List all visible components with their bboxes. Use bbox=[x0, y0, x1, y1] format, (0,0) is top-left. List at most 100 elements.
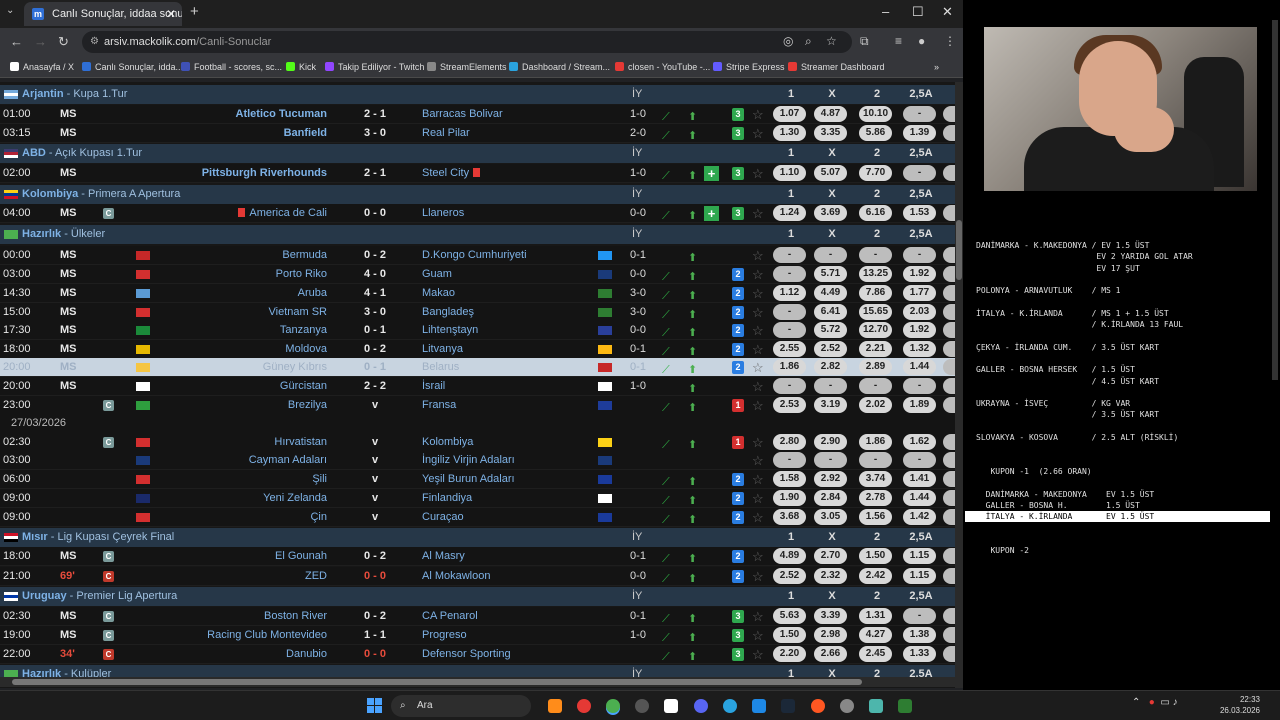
odds-button[interactable]: - bbox=[814, 452, 847, 468]
league-name[interactable]: ABD - Açık Kupası 1.Tur bbox=[22, 144, 142, 163]
hscroll-thumb[interactable] bbox=[12, 679, 862, 685]
favorite-star-icon[interactable]: ☆ bbox=[752, 645, 764, 664]
favorite-star-icon[interactable]: ☆ bbox=[752, 265, 764, 284]
odds-button[interactable]: 2.70 bbox=[814, 548, 847, 564]
bookmark-item[interactable]: Stripe Express bbox=[713, 56, 785, 78]
odds-button[interactable]: - bbox=[773, 247, 806, 263]
notes-scroll-thumb[interactable] bbox=[1272, 20, 1278, 380]
match-score[interactable]: 0 - 1 bbox=[345, 358, 405, 377]
home-team[interactable]: Güney Kıbrıs bbox=[160, 358, 327, 377]
table-row[interactable]: 14:30 MS Aruba 4 - 1 Makao 3-0 ⟋ ⬆ 2 ☆ 1.12 4.49 7.8… bbox=[0, 284, 955, 303]
away-team[interactable]: Kolombiya bbox=[422, 433, 597, 452]
new-tab-icon[interactable]: + bbox=[190, 3, 199, 20]
taskbar-search[interactable]: ⌕ Ara bbox=[391, 695, 531, 717]
match-score[interactable]: 2 - 1 bbox=[345, 164, 405, 183]
table-row[interactable]: 23:00 C Brezilya v Fransa ⟋ ⬆ 1 ☆ 2.53 3.19 2.02 1.8… bbox=[0, 396, 955, 415]
odds-button[interactable]: 6.16 bbox=[859, 205, 892, 221]
away-team[interactable]: Barracas Bolivar bbox=[422, 105, 597, 124]
bookmark-item[interactable]: Kick bbox=[286, 56, 316, 78]
home-team[interactable]: Bermuda bbox=[160, 246, 327, 265]
home-team[interactable]: Gürcistan bbox=[160, 377, 327, 396]
menu-icon[interactable]: ⋮ bbox=[944, 34, 956, 48]
home-team[interactable]: ZED bbox=[160, 567, 327, 586]
odds-button[interactable] bbox=[943, 378, 955, 394]
odds-button[interactable]: 1.92 bbox=[903, 322, 936, 338]
bookmark-item[interactable]: Canlı Sonuçlar, idda... bbox=[82, 56, 183, 78]
odds-button[interactable]: 1.41 bbox=[903, 471, 936, 487]
odds-button[interactable]: 2.42 bbox=[859, 568, 892, 584]
odds-button[interactable]: 2.03 bbox=[903, 304, 936, 320]
match-score[interactable]: 4 - 0 bbox=[345, 265, 405, 284]
match-score[interactable]: v bbox=[345, 489, 405, 508]
lineup-icon[interactable]: ⬆ bbox=[688, 167, 697, 186]
extensions-icon[interactable]: ⧉ bbox=[860, 34, 869, 49]
odds-button[interactable]: 2.52 bbox=[773, 568, 806, 584]
odds-button[interactable]: - bbox=[773, 378, 806, 394]
app-icon[interactable] bbox=[869, 699, 883, 713]
away-team[interactable]: Al Masry bbox=[422, 547, 597, 566]
home-team[interactable]: Vietnam SR bbox=[160, 303, 328, 322]
odds-button[interactable]: 2.82 bbox=[814, 359, 847, 375]
odds-button[interactable]: 5.07 bbox=[814, 165, 847, 181]
home-team[interactable]: Brezilya bbox=[160, 396, 327, 415]
home-team[interactable]: Çin bbox=[160, 508, 327, 527]
odds-button[interactable] bbox=[943, 608, 955, 624]
site-info-icon[interactable]: ⚙ bbox=[90, 31, 99, 53]
odds-button[interactable]: 2.53 bbox=[773, 397, 806, 413]
bet-count-badge[interactable]: 1 bbox=[732, 436, 744, 449]
favorite-star-icon[interactable]: ☆ bbox=[752, 303, 764, 322]
bet-count-badge[interactable]: 2 bbox=[732, 361, 744, 374]
odds-button[interactable]: - bbox=[859, 247, 892, 263]
odds-button[interactable]: 2.02 bbox=[859, 397, 892, 413]
bet-count-badge[interactable]: 2 bbox=[732, 492, 744, 505]
odds-button[interactable]: 1.50 bbox=[773, 627, 806, 643]
vertical-scrollbar[interactable] bbox=[955, 82, 963, 688]
minimize-icon[interactable]: – bbox=[882, 4, 889, 19]
match-score[interactable]: 3 - 0 bbox=[345, 303, 405, 322]
m-app-icon[interactable] bbox=[664, 699, 678, 713]
table-row[interactable]: 02:30 MS C Boston River 0 - 2 CA Penarol 0-1 ⟋ ⬆… bbox=[0, 607, 955, 626]
home-team[interactable]: America de Cali bbox=[160, 204, 327, 223]
table-row[interactable]: 04:00 MS C America de Cali 0 - 0 Llaneros 0-0 ⟋… bbox=[0, 204, 955, 223]
odds-button[interactable]: 10.10 bbox=[859, 106, 892, 122]
odds-button[interactable]: - bbox=[814, 247, 847, 263]
odds-button[interactable]: 1.44 bbox=[903, 359, 936, 375]
odds-button[interactable]: 3.35 bbox=[814, 125, 847, 141]
odds-button[interactable]: 1.38 bbox=[903, 627, 936, 643]
odds-button[interactable] bbox=[943, 646, 955, 662]
odds-button[interactable] bbox=[943, 205, 955, 221]
home-team[interactable]: Porto Riko bbox=[160, 265, 327, 284]
favorite-star-icon[interactable]: ☆ bbox=[752, 451, 764, 470]
away-team[interactable]: Llaneros bbox=[422, 204, 597, 223]
favorite-star-icon[interactable]: ☆ bbox=[752, 508, 764, 527]
odds-button[interactable]: 1.10 bbox=[773, 165, 806, 181]
table-row[interactable]: 01:00 MS Atletico Tucuman 2 - 1 Barracas Bol… bbox=[0, 105, 955, 124]
bookmarks-overflow-icon[interactable]: » bbox=[934, 56, 939, 78]
home-team[interactable]: Pittsburgh Riverhounds bbox=[160, 164, 327, 183]
odds-button[interactable]: - bbox=[773, 452, 806, 468]
bookmark-item[interactable]: closen - YouTube -... bbox=[615, 56, 710, 78]
match-score[interactable]: 3 - 0 bbox=[345, 124, 405, 143]
match-score[interactable]: 4 - 1 bbox=[345, 284, 405, 303]
odds-button[interactable]: 4.49 bbox=[814, 285, 847, 301]
odds-button[interactable]: - bbox=[773, 266, 806, 282]
odds-button[interactable]: - bbox=[859, 378, 892, 394]
table-row[interactable]: 20:00 MS Güney Kıbrıs 0 - 1 Belarus 0-1 ⟋ ⬆ 2 ☆ 1.… bbox=[0, 358, 955, 377]
odds-button[interactable]: 4.87 bbox=[814, 106, 847, 122]
table-row[interactable]: 19:00 MS C Racing Club Montevideo 1 - 1 Progr… bbox=[0, 626, 955, 645]
media-player-icon[interactable] bbox=[577, 699, 591, 713]
bookmark-item[interactable]: Streamer Dashboard bbox=[788, 56, 885, 78]
away-team[interactable]: Yeşil Burun Adaları bbox=[422, 470, 597, 489]
away-team[interactable]: Fransa bbox=[422, 396, 597, 415]
table-row[interactable]: 18:00 MS C El Gounah 0 - 2 Al Masry 0-1 ⟋ ⬆ 2 ☆ 4.8… bbox=[0, 547, 955, 566]
odds-button[interactable]: 1.24 bbox=[773, 205, 806, 221]
bookmark-item[interactable]: Takip Ediliyor - Twitch bbox=[325, 56, 424, 78]
odds-button[interactable] bbox=[943, 471, 955, 487]
chrome-icon[interactable] bbox=[606, 699, 620, 713]
bet-count-badge[interactable]: 3 bbox=[732, 167, 744, 180]
odds-button[interactable]: 7.86 bbox=[859, 285, 892, 301]
odds-button[interactable]: - bbox=[903, 106, 936, 122]
match-score[interactable]: 1 - 1 bbox=[345, 626, 405, 645]
odds-button[interactable]: 1.77 bbox=[903, 285, 936, 301]
away-team[interactable]: Real Pilar bbox=[422, 124, 597, 143]
